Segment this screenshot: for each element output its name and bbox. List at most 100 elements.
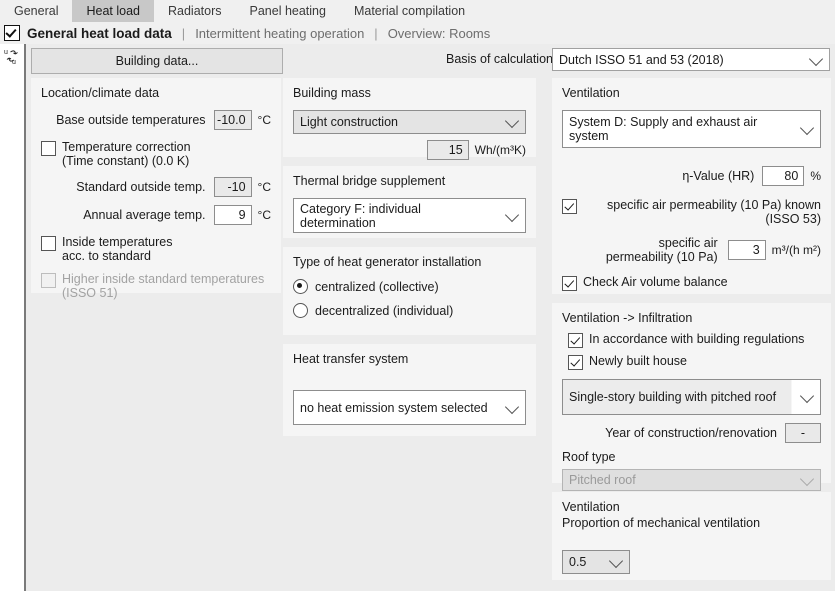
panel-location-climate: Location/climate data Base outside tempe… (31, 78, 281, 300)
newly-built-house-checkbox-icon[interactable] (568, 355, 583, 370)
main-tabbar: General Heat load Radiators Panel heatin… (0, 0, 835, 23)
building-type-select[interactable]: Single-story building with pitched roof (562, 379, 821, 415)
infiltration-title: Ventilation -> Infiltration (562, 311, 693, 325)
basis-of-calculation-value: Dutch ISSO 51 and 53 (2018) (559, 52, 724, 67)
tab-heat-load[interactable]: Heat load (72, 0, 154, 22)
thermal-bridge-title: Thermal bridge supplement (293, 174, 446, 188)
chevron-down-icon (808, 51, 824, 66)
row-standard-outside-temp: Standard outside temp. -10 °C (41, 177, 271, 197)
base-outside-temp-field[interactable]: -10.0 (213, 110, 252, 130)
temperature-correction-line1: Temperature correction (62, 140, 191, 154)
radio-centralized-icon[interactable] (293, 279, 308, 294)
checkbox-newly-built-house[interactable]: Newly built house (568, 354, 821, 370)
basis-of-calculation-select[interactable]: Dutch ISSO 51 and 53 (2018) (552, 48, 830, 71)
specific-permeability-label: specific air permeability (10 Pa) (606, 236, 718, 264)
standard-outside-temp-field[interactable]: -10 (213, 177, 252, 197)
air-volume-balance-label: Check Air volume balance (583, 275, 728, 289)
ventilation-system-select[interactable]: System D: Supply and exhaust air system (562, 110, 821, 148)
radio-decentralized-icon[interactable] (293, 303, 308, 318)
checkbox-building-regulations[interactable]: In accordance with building regulations (568, 332, 821, 348)
radio-centralized[interactable]: centralized (collective) (293, 279, 526, 294)
chevron-down-icon (504, 113, 520, 129)
thermal-bridge-value: Category F: individual determination (300, 201, 421, 230)
ventilation-title: Ventilation (562, 86, 620, 100)
standard-outside-temp-unit: °C (257, 180, 271, 194)
header-separator-2: | (374, 25, 378, 41)
heat-transfer-title: Heat transfer system (293, 352, 409, 366)
chevron-down-icon (608, 553, 624, 569)
building-mass-title: Building mass (293, 86, 371, 100)
chevron-down-icon (504, 207, 520, 222)
mech-ventilation-subtitle: Proportion of mechanical ventilation (562, 516, 761, 530)
column-middle: Building mass Light construction 15 Wh/(… (283, 78, 536, 445)
tab-material-compilation[interactable]: Material compilation (339, 0, 480, 22)
inside-temperatures-checkbox-icon[interactable] (41, 236, 56, 251)
mech-ventilation-select[interactable]: 0.5 (562, 550, 630, 574)
heat-load-window: General Heat load Radiators Panel heatin… (0, 0, 835, 591)
thermal-bridge-select[interactable]: Category F: individual determination (293, 198, 526, 233)
checkbox-higher-inside-standard: Higher inside standard temperatures (ISS… (41, 272, 271, 300)
roof-type-select: Pitched roof (562, 469, 821, 491)
building-mass-select[interactable]: Light construction (293, 110, 526, 134)
annual-average-temp-unit: °C (257, 208, 271, 222)
eta-value-label: η-Value (HR) (682, 169, 755, 183)
link-overview-rooms[interactable]: Overview: Rooms (388, 26, 491, 41)
temperature-correction-checkbox-icon[interactable] (41, 141, 56, 156)
content-area: Building data... Basis of calculation Du… (26, 44, 835, 591)
checkbox-permeability-known[interactable]: specific air permeability (10 Pa) known … (562, 198, 821, 226)
roof-type-value: Pitched roof (569, 473, 636, 487)
panel-location-title: Location/climate data (41, 86, 160, 100)
link-intermittent-heating[interactable]: Intermittent heating operation (195, 26, 364, 41)
page-title: General heat load data (27, 25, 172, 41)
left-toolstrip: u u (0, 44, 26, 591)
panel-thermal-bridge: Thermal bridge supplement Category F: in… (283, 166, 536, 238)
checkbox-air-volume-balance[interactable]: Check Air volume balance (562, 275, 821, 291)
row-building-mass-capacity: 15 Wh/(m³K) (293, 140, 526, 160)
panel-building-mass: Building mass Light construction 15 Wh/(… (283, 78, 536, 160)
building-mass-value: Light construction (300, 115, 398, 129)
building-mass-capacity-field[interactable]: 15 (426, 140, 469, 160)
heat-transfer-value: no heat emission system selected (300, 400, 488, 415)
base-outside-temp-label: Base outside temperatures (56, 113, 206, 127)
higher-inside-line1: Higher inside standard temperatures (62, 272, 265, 286)
air-volume-balance-checkbox-icon[interactable] (562, 276, 577, 291)
tab-general[interactable]: General (0, 0, 73, 22)
inside-temperatures-label: Inside temperatures acc. to standard (62, 235, 172, 263)
annual-average-temp-field[interactable]: 9 (213, 205, 252, 225)
eta-value-field[interactable]: 80 (762, 166, 805, 186)
section-header-bar: General heat load data | Intermittent he… (0, 22, 835, 45)
permeability-known-checkbox-icon[interactable] (562, 199, 577, 214)
building-regulations-checkbox-icon[interactable] (568, 333, 583, 348)
inside-temperatures-line2: acc. to standard (62, 249, 151, 263)
building-data-button[interactable]: Building data... (31, 48, 283, 74)
specific-permeability-field[interactable]: 3 (727, 240, 766, 260)
specific-permeability-line2: permeability (10 Pa) (605, 250, 718, 264)
panel-mechanical-ventilation: Ventilation Proportion of mechanical ven… (552, 492, 831, 580)
radio-decentralized-label: decentralized (individual) (315, 303, 454, 318)
panel-ventilation: Ventilation System D: Supply and exhaust… (552, 78, 831, 294)
heat-transfer-select[interactable]: no heat emission system selected (293, 390, 526, 425)
permeability-known-label: specific air permeability (10 Pa) known … (607, 198, 821, 226)
enabled-checkbox-icon[interactable] (4, 25, 20, 41)
checkbox-inside-temperatures-standard[interactable]: Inside temperatures acc. to standard (41, 235, 271, 263)
swap-units-icon[interactable]: u u (3, 46, 22, 66)
radio-decentralized[interactable]: decentralized (individual) (293, 303, 526, 318)
temperature-correction-label: Temperature correction (Time constant) (… (62, 140, 191, 168)
page-body: u u Building data... Basis of calculatio… (0, 44, 835, 591)
year-of-construction-field[interactable]: - (785, 423, 821, 443)
higher-inside-line2: (ISSO 51) (62, 286, 118, 300)
tab-heat-load-label: Heat load (86, 4, 140, 18)
tab-radiators[interactable]: Radiators (154, 0, 236, 22)
column-left: Location/climate data Base outside tempe… (31, 78, 281, 302)
tab-radiators-label: Radiators (168, 4, 222, 18)
mech-ventilation-title: Ventilation (562, 500, 620, 514)
higher-inside-label: Higher inside standard temperatures (ISS… (62, 272, 264, 300)
eta-value-unit: % (810, 169, 821, 183)
svg-text:u: u (4, 49, 8, 56)
row-year-of-construction: Year of construction/renovation - (562, 423, 821, 443)
row-specific-permeability: specific air permeability (10 Pa) 3 m³/(… (562, 236, 821, 264)
tab-general-label: General (14, 4, 59, 18)
checkbox-temperature-correction[interactable]: Temperature correction (Time constant) (… (41, 140, 271, 168)
building-regulations-label: In accordance with building regulations (589, 332, 805, 346)
tab-panel-heating[interactable]: Panel heating (235, 0, 340, 22)
